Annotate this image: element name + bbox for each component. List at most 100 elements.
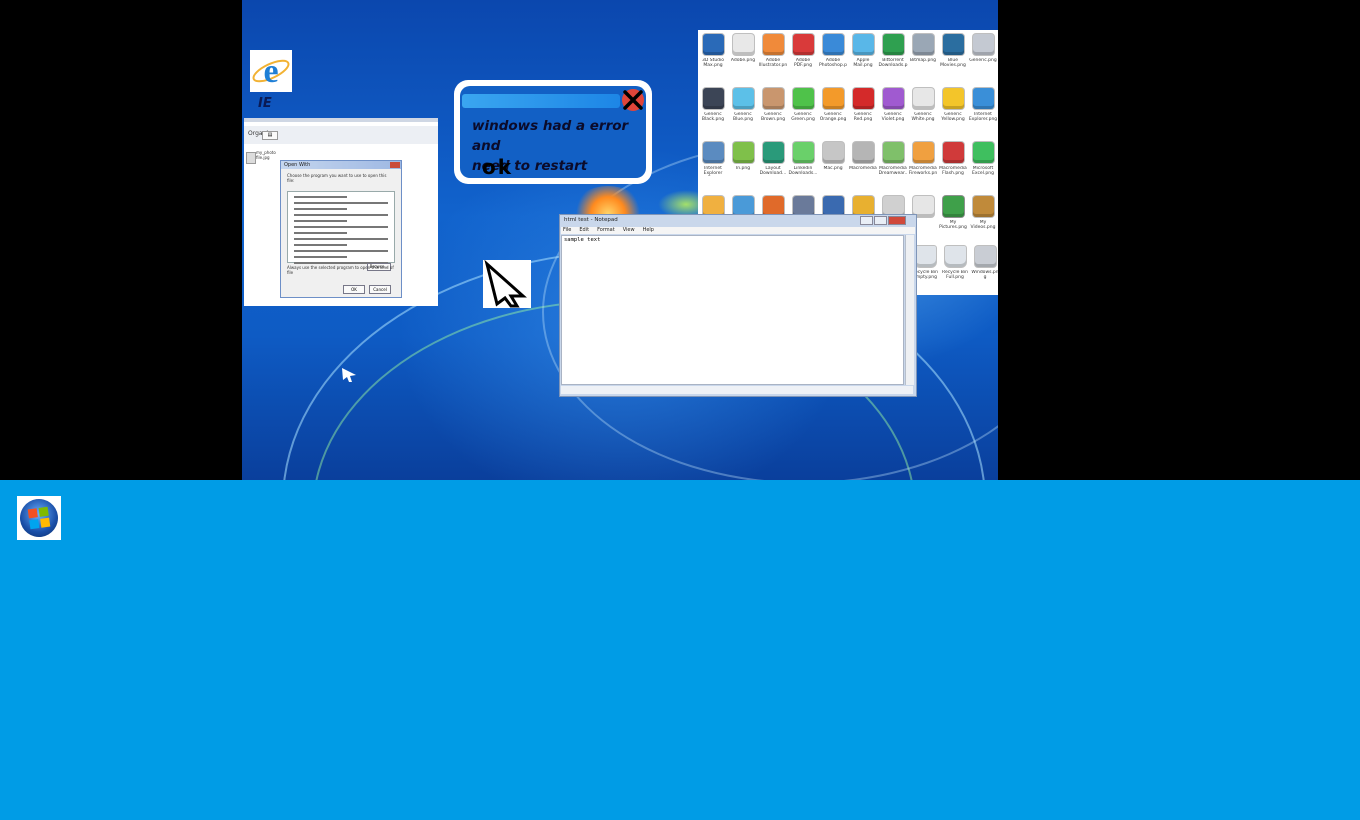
desktop-icon-label: My Pictures.png: [939, 220, 967, 230]
folder-icon: [822, 142, 844, 163]
desktop-icon[interactable]: Layout Download...: [758, 142, 788, 176]
desktop-icon[interactable]: My Videos.png: [968, 196, 998, 230]
desktop-icon[interactable]: Blue Movies.png: [938, 34, 968, 68]
desktop-icon[interactable]: Generic Brown.png: [758, 88, 788, 122]
folder-icon: [762, 88, 784, 109]
folder-icon: [974, 246, 996, 267]
recycle-bin-icon[interactable]: Recycle Bin Full.png: [940, 246, 970, 280]
desktop-icon-label: Microsoft Excel.png: [972, 166, 994, 176]
desktop-icon-label: Generic Violet.png: [881, 112, 905, 122]
trash-icon: [914, 246, 936, 267]
desktop-icon-label: Layout Download...: [759, 166, 787, 176]
folder-icon: [762, 34, 784, 55]
folder-icon: [882, 88, 904, 109]
desktop-icon[interactable]: Generic Yellow.png: [938, 88, 968, 122]
desktop-icon-label: Macromedia Dreamwear...: [878, 166, 908, 176]
desktop-icon[interactable]: My Pictures.png: [938, 196, 968, 230]
file-label: my_photo file.jpg: [256, 150, 276, 160]
desktop-icon[interactable]: Macromedia Flash.png: [938, 142, 968, 176]
notepad-window[interactable]: html test - Notepad File Edit Format Vie…: [559, 214, 917, 397]
always-use-checkbox[interactable]: Always use the selected program to open …: [287, 265, 401, 275]
maximize-button[interactable]: [874, 216, 887, 225]
folder-icon: [912, 142, 934, 163]
menu-format[interactable]: Format: [597, 227, 615, 234]
desktop-icon-label: Generic Black.png: [701, 112, 725, 122]
desktop-icon[interactable]: Macromedia Fireworks.png: [908, 142, 938, 176]
desktop-icon[interactable]: Adobe PDF.png: [788, 34, 818, 68]
ok-button[interactable]: ok: [482, 158, 513, 178]
folder-icon: [792, 34, 814, 55]
desktop-icon[interactable]: Linkedin Downloads...: [788, 142, 818, 176]
folder-icon: [882, 34, 904, 55]
desktop-icon[interactable]: Bitmap.png: [908, 34, 938, 68]
desktop-icon[interactable]: Adobe Illustrator.png: [758, 34, 788, 68]
desktop-icon[interactable]: Adobe.png: [728, 34, 758, 68]
desktop-icon[interactable]: Generic Orange.png: [818, 88, 848, 122]
desktop-icon[interactable]: Microsoft Excel.png: [968, 142, 998, 176]
desktop-icon-label: Recycle Bin Full.png: [942, 270, 968, 280]
desktop-icon[interactable]: Generic Red.png: [848, 88, 878, 122]
desktop-icon-label: Generic Yellow.png: [941, 112, 965, 122]
desktop-icon-label: Generic Blue.png: [733, 112, 753, 122]
file-icon[interactable]: [246, 152, 256, 164]
folder-icon: [732, 88, 754, 109]
ok-button[interactable]: OK: [343, 285, 365, 294]
folder-icon: [972, 196, 994, 217]
folder-icon: [942, 142, 964, 163]
error-dialog: windows had a error and need to restart …: [454, 80, 652, 184]
folder-icon: [972, 142, 994, 163]
desktop-icon-label: Blue Movies.png: [940, 58, 966, 68]
notepad-text-area[interactable]: sample text: [561, 235, 904, 385]
desktop-icon[interactable]: Mac.png: [818, 142, 848, 176]
desktop-icon[interactable]: Generic Blue.png: [728, 88, 758, 122]
ie-shortcut[interactable]: e IE: [250, 50, 294, 111]
desktop-icon[interactable]: Generic White.png: [908, 88, 938, 122]
desktop-icon[interactable]: Internet Explorer Bu...: [698, 142, 728, 176]
desktop-icon-label: Adobe.png: [730, 58, 756, 63]
dialog-close-button[interactable]: [390, 162, 400, 168]
menu-view[interactable]: View: [623, 227, 635, 234]
small-pointer-icon: [340, 366, 358, 384]
desktop-icon[interactable]: Generic Violet.png: [878, 88, 908, 122]
folder-icon: [822, 88, 844, 109]
close-button[interactable]: [888, 216, 906, 225]
desktop-icon-label: Mac.png: [823, 166, 843, 171]
desktop-icon[interactable]: 3D Studio Max.png: [698, 34, 728, 68]
trash-icon: [944, 246, 966, 267]
desktop-icon-label: Generic Green.png: [791, 112, 815, 122]
open-with-window[interactable]: Organize ▤ my_photo file.jpg Open With C…: [244, 118, 438, 306]
dialog-text: Choose the program you want to use to op…: [287, 173, 387, 183]
desktop-icon[interactable]: Generic Black.png: [698, 88, 728, 122]
desktop-icon[interactable]: Generic Green.png: [788, 88, 818, 122]
program-list[interactable]: [287, 191, 395, 264]
error-dialog-body: windows had a error and need to restart …: [460, 86, 646, 178]
desktop-icon[interactable]: Adobe Photoshop.png: [818, 34, 848, 68]
folder-icon: [882, 142, 904, 163]
desktop-icon[interactable]: Generic.png: [968, 34, 998, 68]
desktop-icon[interactable]: Bittorrent Downloads.png: [878, 34, 908, 68]
desktop-icon[interactable]: Macromedia Dreamwear...: [878, 142, 908, 176]
cancel-button[interactable]: Cancel: [369, 285, 391, 294]
desktop-icon[interactable]: Internet Explorer.png: [968, 88, 998, 122]
open-with-dialog: Open With Choose the program you want to…: [280, 160, 402, 298]
folder-icon: [732, 34, 754, 55]
close-icon[interactable]: [621, 88, 645, 112]
menu-file[interactable]: File: [563, 227, 571, 234]
view-button[interactable]: ▤: [262, 131, 278, 140]
minimize-button[interactable]: [860, 216, 873, 225]
desktop-icon[interactable]: In.png: [728, 142, 758, 176]
desktop-icon[interactable]: Apple Mail.png: [848, 34, 878, 68]
dialog-title: Open With: [281, 161, 401, 169]
desktop-icon-label: Bittorrent Downloads.png: [878, 58, 908, 68]
desktop-icon[interactable]: Windows.png: [970, 246, 998, 280]
desktop-icon-label: Internet Explorer Bu...: [703, 166, 723, 176]
taskbar: [0, 480, 1360, 820]
desktop-icon-label: My Videos.png: [970, 220, 996, 230]
start-button[interactable]: [17, 496, 61, 540]
notepad-scrollbar[interactable]: [905, 235, 914, 385]
menu-help[interactable]: Help: [643, 227, 654, 234]
svg-text:e: e: [263, 53, 278, 90]
menu-edit[interactable]: Edit: [579, 227, 589, 234]
desktop-icon[interactable]: Macromedia: [848, 142, 878, 176]
folder-icon: [762, 142, 784, 163]
